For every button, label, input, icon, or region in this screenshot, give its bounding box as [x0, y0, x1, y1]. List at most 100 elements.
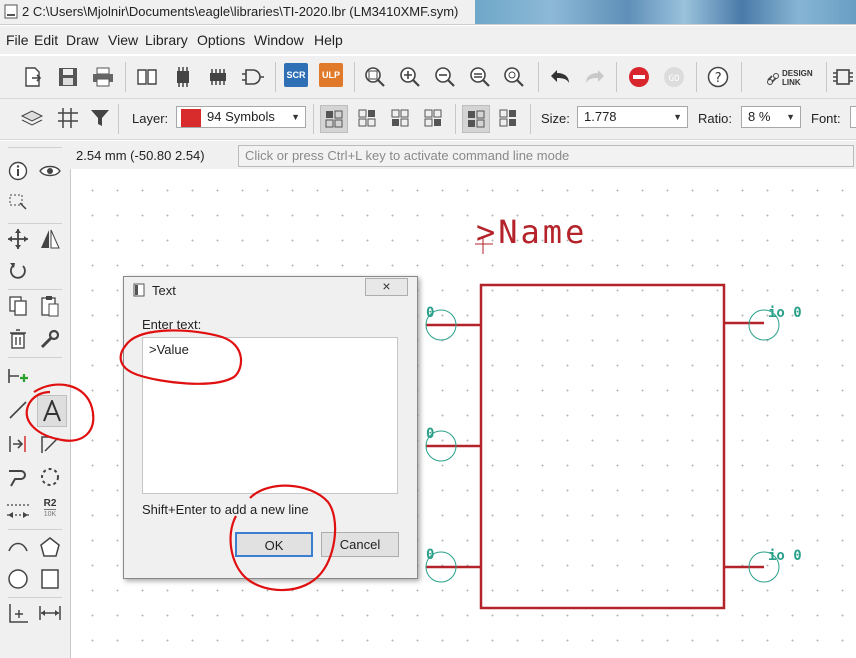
stop-icon[interactable]: [626, 64, 652, 90]
rotate-icon[interactable]: [6, 259, 30, 283]
pin-direction-icon[interactable]: [6, 432, 30, 456]
undo-icon[interactable]: [547, 64, 573, 90]
align-top-left-icon[interactable]: [320, 105, 348, 133]
menu-bar: File Edit Draw View Library Options Wind…: [0, 26, 856, 54]
font-label: Font:: [811, 111, 841, 126]
align-bottom-right-icon[interactable]: [420, 105, 446, 131]
layer-color-swatch: [181, 108, 201, 127]
title-bar: 2 C:\Users\Mjolnir\Documents\eagle\libra…: [0, 0, 856, 25]
chip-icon[interactable]: [830, 64, 856, 90]
save-icon[interactable]: [55, 64, 81, 90]
menu-edit[interactable]: Edit: [34, 32, 58, 48]
orientation-right-icon[interactable]: [495, 105, 521, 131]
mirror-icon[interactable]: [38, 227, 62, 251]
align-bottom-left-icon[interactable]: [387, 105, 413, 131]
go-icon[interactable]: GO: [661, 64, 687, 90]
toolbar-separator: [275, 62, 276, 92]
delete-icon[interactable]: [6, 327, 30, 351]
newline-hint: Shift+Enter to add a new line: [142, 502, 309, 517]
script-button[interactable]: SCR: [284, 63, 308, 87]
ulp-button[interactable]: ULP: [319, 63, 343, 87]
change-wrench-icon[interactable]: [38, 327, 62, 351]
rectangle-icon[interactable]: [38, 567, 62, 591]
menu-options[interactable]: Options: [197, 32, 245, 48]
menu-draw[interactable]: Draw: [66, 32, 99, 48]
symbol-name-text[interactable]: >Name: [476, 213, 587, 251]
measure-icon[interactable]: [38, 601, 62, 625]
menu-view[interactable]: View: [108, 32, 138, 48]
info-icon[interactable]: [6, 159, 30, 183]
menu-window[interactable]: Window: [254, 32, 304, 48]
circle-icon[interactable]: [6, 567, 30, 591]
symbol-icon[interactable]: [240, 64, 266, 90]
text-entry-field[interactable]: >Value: [142, 337, 398, 494]
dialog-close-button[interactable]: ×: [365, 278, 408, 296]
chevron-down-icon: ▼: [673, 112, 682, 122]
zoom-select-icon[interactable]: [467, 64, 493, 90]
command-line-input[interactable]: Click or press Ctrl+L key to activate co…: [238, 145, 854, 167]
layer-value: 94 Symbols: [207, 109, 275, 124]
paste-icon[interactable]: [38, 294, 62, 318]
polygon-wire-icon[interactable]: [38, 432, 62, 456]
device-icon[interactable]: [205, 64, 231, 90]
polygon-icon[interactable]: [38, 535, 62, 559]
print-icon[interactable]: [90, 64, 116, 90]
right-pins: io 0 io 0: [724, 305, 802, 583]
filter-icon[interactable]: [87, 105, 113, 131]
open-file-icon[interactable]: [20, 64, 46, 90]
grid-icon[interactable]: [55, 105, 81, 131]
select-group-icon[interactable]: [6, 191, 30, 215]
size-select[interactable]: 1.778 ▼: [577, 106, 688, 128]
circle-dashed-icon[interactable]: [38, 465, 62, 489]
dialog-title: Text: [152, 283, 176, 298]
toolbar-separator: [8, 223, 62, 224]
mark-origin-icon[interactable]: [6, 601, 30, 625]
copy-icon[interactable]: [6, 294, 30, 318]
size-value: 1.778: [584, 109, 617, 124]
attribute-icon[interactable]: [6, 465, 30, 489]
move-icon[interactable]: [6, 227, 30, 251]
layer-settings-icon[interactable]: [20, 105, 46, 131]
ratio-select[interactable]: 8 % ▼: [741, 106, 801, 128]
redo-icon[interactable]: [582, 64, 608, 90]
dimension-arrows-icon[interactable]: [6, 498, 30, 522]
arc-icon[interactable]: [6, 535, 30, 559]
toolbar-separator: [530, 104, 531, 134]
value-r2-icon[interactable]: R2 10K: [38, 497, 62, 521]
cancel-button[interactable]: Cancel: [321, 532, 399, 557]
toolbar-separator: [354, 62, 355, 92]
orientation-left-icon[interactable]: [462, 105, 490, 133]
library-book-icon[interactable]: [134, 64, 160, 90]
text-tool-icon[interactable]: [37, 395, 67, 427]
menu-file[interactable]: File: [6, 32, 29, 48]
toolbar-separator: [313, 104, 314, 134]
package-icon[interactable]: [170, 64, 196, 90]
toolbar-separator: [696, 62, 697, 92]
menu-help[interactable]: Help: [314, 32, 343, 48]
line-icon[interactable]: [6, 398, 30, 422]
toolbar-separator: [8, 357, 62, 358]
font-select[interactable]: [850, 106, 856, 128]
toolbar-separator: [741, 62, 742, 92]
pin-label: 0: [426, 426, 434, 442]
chevron-down-icon: ▼: [786, 112, 795, 122]
help-icon[interactable]: ?: [705, 64, 731, 90]
zoom-out-icon[interactable]: [432, 64, 458, 90]
layer-select[interactable]: 94 Symbols ▼: [176, 106, 306, 128]
menu-library[interactable]: Library: [145, 32, 188, 48]
left-pins: 0 0 0: [425, 305, 481, 583]
align-top-right-icon[interactable]: [354, 105, 380, 131]
desktop-background: [475, 0, 856, 24]
parameter-toolbar: Layer: 94 Symbols ▼ Size: 1.778 ▼ Ratio:…: [0, 99, 856, 140]
toolbar-separator: [616, 62, 617, 92]
ok-button[interactable]: OK: [235, 532, 313, 557]
zoom-in-icon[interactable]: [397, 64, 423, 90]
zoom-area-icon[interactable]: [502, 64, 528, 90]
main-toolbar: SCR ULP GO ? DESIGN LINK: [0, 56, 856, 99]
add-pin-icon[interactable]: [6, 364, 30, 388]
design-link-button[interactable]: DESIGN LINK: [764, 69, 826, 89]
symbol-body[interactable]: [479, 283, 726, 610]
show-eye-icon[interactable]: [38, 159, 62, 183]
layer-label: Layer:: [132, 111, 169, 126]
zoom-fit-icon[interactable]: [362, 64, 388, 90]
